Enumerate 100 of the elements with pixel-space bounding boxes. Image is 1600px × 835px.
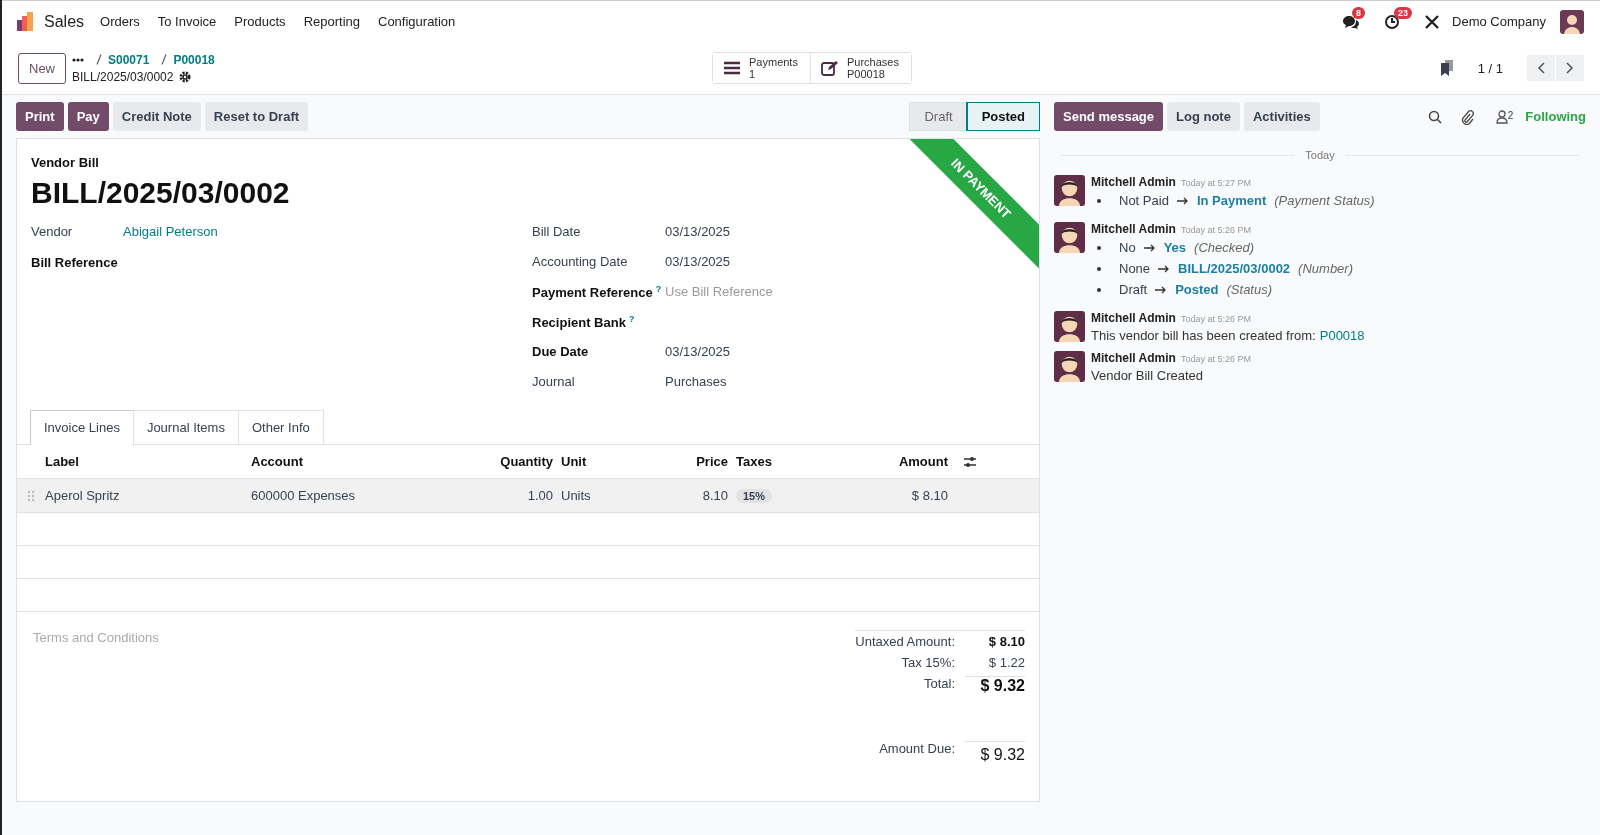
new-value: Posted: [1175, 282, 1219, 297]
menu-item[interactable]: Configuration: [378, 14, 456, 29]
total-label: Untaxed Amount:: [855, 634, 955, 649]
chatter-button[interactable]: Activities: [1243, 102, 1320, 131]
drag-handle-icon[interactable]: [27, 489, 35, 502]
document-title: BILL/2025/03/0002: [31, 176, 290, 210]
breadcrumb-link[interactable]: P00018: [173, 52, 215, 67]
column-header[interactable]: Unit: [561, 454, 626, 469]
pager-value: 1 / 1: [1477, 60, 1503, 76]
menu-item[interactable]: To Invoice: [157, 14, 217, 29]
bullet-icon: [1097, 287, 1101, 292]
smart-button[interactable]: Payments 1: [713, 52, 811, 84]
old-value: None: [1119, 261, 1151, 276]
total-label: Total:: [922, 676, 955, 693]
field-value: 03/13/2025: [665, 224, 732, 239]
total-value: $ 1.22: [987, 655, 1025, 670]
old-value: No: [1119, 240, 1136, 255]
message-author[interactable]: Mitchell Admin: [1091, 222, 1176, 236]
field-label: Journal: [532, 374, 576, 389]
action-button[interactable]: Reset to Draft: [204, 102, 309, 131]
action-button[interactable]: Print: [16, 102, 64, 131]
new-value: BILL/2025/03/0002: [1178, 261, 1291, 276]
chatter-button[interactable]: Log note: [1167, 102, 1240, 131]
sliders-icon[interactable]: [963, 455, 977, 468]
total-value: $ 9.32: [965, 741, 1025, 764]
total-value: $ 8.10: [987, 634, 1025, 649]
message-author[interactable]: Mitchell Admin: [1091, 175, 1176, 189]
record-link[interactable]: P00018: [1319, 328, 1365, 343]
column-header[interactable]: Taxes: [736, 454, 796, 469]
menu-item[interactable]: Orders: [100, 14, 140, 29]
chatter-button[interactable]: Send message: [1054, 102, 1164, 131]
column-header[interactable]: Quantity: [401, 454, 561, 469]
table-cell-text: 8.10: [701, 488, 729, 503]
field-value: 03/13/2025: [665, 344, 732, 359]
person-icon[interactable]: [1495, 109, 1508, 124]
chevron-right-icon: [1566, 62, 1574, 74]
app-name[interactable]: Sales: [44, 12, 85, 31]
tab[interactable]: Journal Items: [132, 410, 239, 444]
column-header[interactable]: Account: [251, 454, 401, 469]
field-label: Bill Date: [532, 224, 582, 239]
notification-badge: 8: [1352, 6, 1366, 19]
bullet-icon: [1097, 198, 1101, 203]
avatar-icon: [1054, 311, 1085, 342]
more-icon[interactable]: [72, 57, 84, 62]
company-name[interactable]: Demo Company: [1452, 14, 1546, 29]
field-label: Due Date: [532, 344, 590, 359]
field-label: Vendor: [31, 224, 74, 239]
list-icon: [723, 60, 741, 76]
menu-item[interactable]: Products: [234, 14, 286, 29]
avatar-icon: [1054, 351, 1085, 382]
message-author[interactable]: Mitchell Admin: [1091, 351, 1176, 365]
column-header[interactable]: Amount: [796, 454, 956, 469]
table-cell-text: 600000 Expenses: [251, 488, 357, 503]
search-icon[interactable]: [1427, 109, 1442, 124]
date-separator: Today: [1305, 149, 1335, 161]
table-cell-text: $ 8.10: [910, 488, 949, 503]
breadcrumb-separator: [96, 54, 102, 65]
paperclip-icon[interactable]: [1459, 108, 1474, 125]
new-button[interactable]: New: [18, 52, 66, 84]
field-label: Accounting Date: [532, 254, 629, 269]
status-stage[interactable]: Draft: [910, 103, 967, 130]
document-type: Vendor Bill: [31, 155, 99, 170]
field-name: (Checked): [1194, 240, 1254, 255]
avatar-icon[interactable]: [1560, 9, 1584, 34]
bullet-icon: [1097, 245, 1101, 250]
breadcrumb-link[interactable]: S00071: [108, 52, 150, 67]
message-author[interactable]: Mitchell Admin: [1091, 311, 1176, 325]
tab[interactable]: Other Info: [237, 410, 324, 444]
bullet-icon: [1097, 266, 1101, 271]
action-button[interactable]: Pay: [67, 102, 109, 131]
table-cell-text: Aperol Spritz: [45, 488, 121, 503]
column-header[interactable]: Price: [626, 454, 736, 469]
total-label: Amount Due:: [878, 741, 955, 758]
old-value: Not Paid: [1119, 193, 1169, 208]
total-value: $ 9.32: [965, 676, 1025, 695]
avatar-icon: [1054, 222, 1085, 253]
action-button[interactable]: Credit Note: [112, 102, 201, 131]
total-label: Tax 15%:: [900, 655, 955, 670]
next-button[interactable]: [1556, 55, 1584, 81]
tab[interactable]: Invoice Lines: [30, 410, 134, 445]
field-value: 03/13/2025: [665, 254, 732, 269]
arrow-icon: [1155, 285, 1168, 294]
field-label: Recipient Bank $^{?}$: [532, 314, 636, 331]
field-name: (Number): [1298, 261, 1353, 276]
settings-icon[interactable]: [179, 70, 192, 83]
table-cell-text: 1.00: [526, 488, 554, 503]
field-label: Payment Reference $^{?}$: [532, 284, 663, 301]
previous-button[interactable]: [1527, 55, 1555, 81]
app-logo-icon[interactable]: [16, 11, 36, 32]
menu-item[interactable]: Reporting: [303, 14, 360, 29]
vendor-link[interactable]: Abigail Peterson: [123, 224, 532, 239]
status-stage[interactable]: Posted: [966, 103, 1039, 130]
bookmark-icon[interactable]: [1439, 60, 1454, 76]
arrow-icon: [1158, 264, 1171, 273]
notification-badge: 23: [1394, 6, 1413, 19]
column-header[interactable]: Label: [45, 454, 251, 469]
message-time: Today at 5:26 PM: [1180, 314, 1251, 324]
new-value: Yes: [1163, 240, 1187, 255]
unit-link[interactable]: Units: [561, 488, 626, 503]
avatar-icon: [1054, 175, 1085, 206]
